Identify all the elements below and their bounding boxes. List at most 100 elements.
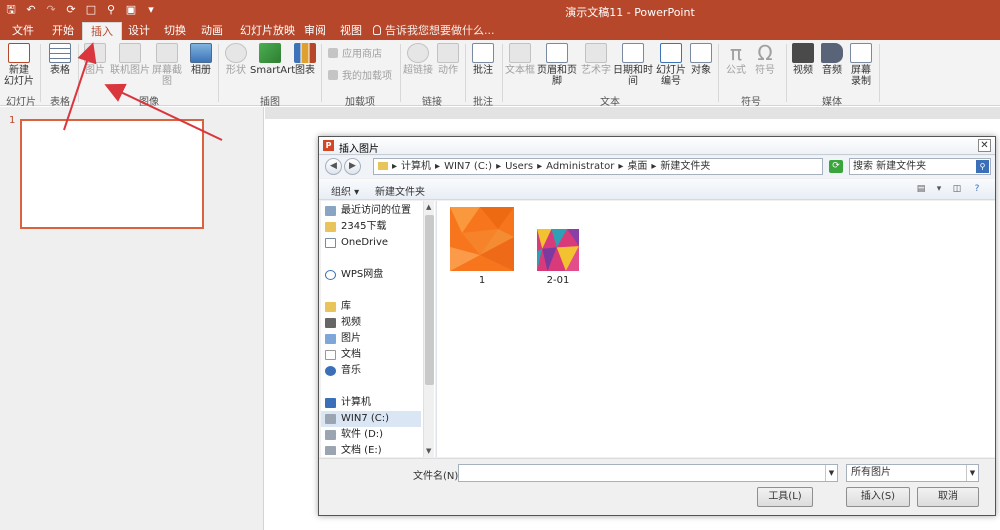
slide-number-button[interactable]: 幻灯片 编号 <box>655 43 687 89</box>
date-time-button[interactable]: 日期和时间 <box>610 43 656 89</box>
picture-button[interactable]: 图片 <box>80 43 110 89</box>
group-label-symbols: 符号 <box>741 97 761 108</box>
camera-icon <box>156 43 178 63</box>
wordart-button[interactable]: 艺术字 <box>581 43 611 89</box>
insert-picture-dialog: P 插入图片 ✕ ◀ ▶ ▸ 计算机 ▸ WIN7 (C:) ▸ Users ▸ Admini… <box>318 136 996 516</box>
file-thumbnail <box>537 229 579 271</box>
audio-button[interactable]: 音频 <box>818 43 846 89</box>
search-icon[interactable]: ⚲ <box>976 160 989 173</box>
album-button[interactable]: 相册 <box>186 43 216 89</box>
table-icon <box>49 43 71 63</box>
insert-button[interactable]: 插入(S) <box>846 487 910 507</box>
tab-slideshow[interactable]: 幻灯片放映 <box>232 22 303 40</box>
tab-animations[interactable]: 动画 <box>193 22 231 40</box>
filename-input[interactable]: ▼ <box>458 464 838 482</box>
new-slide-button[interactable]: 新建 幻灯片 <box>2 43 36 89</box>
object-button[interactable]: 对象 <box>688 43 714 89</box>
back-button[interactable]: ◀ <box>325 158 342 175</box>
comment-icon <box>472 43 494 63</box>
dialog-toolbar: 组织 ▾ 新建文件夹 ▤ ▾ ◫ ? <box>319 179 995 200</box>
equation-button[interactable]: π 公式 <box>722 43 750 89</box>
help-icon[interactable]: ? <box>971 183 983 195</box>
textbox-button[interactable]: 文本框 <box>505 43 535 89</box>
nav-item-drive-d[interactable]: 软件 (D:) <box>321 427 421 443</box>
textbox-icon <box>509 43 531 63</box>
cloud-icon <box>325 270 336 280</box>
nav-item-computer[interactable]: 计算机 <box>321 395 421 411</box>
screenshot-button[interactable]: 屏幕截图 <box>149 43 185 89</box>
online-picture-button[interactable]: 联机图片 <box>110 43 150 89</box>
action-button[interactable]: 动作 <box>434 43 462 89</box>
onedrive-icon <box>325 238 336 248</box>
tab-review[interactable]: 审阅 <box>296 22 334 40</box>
music-icon <box>325 366 336 376</box>
tab-transitions[interactable]: 切换 <box>156 22 194 40</box>
scroll-thumb[interactable] <box>425 215 434 385</box>
window-title: 演示文稿11 - PowerPoint <box>565 6 695 19</box>
object-icon <box>690 43 712 63</box>
nav-item-videos[interactable]: 视频 <box>321 315 421 331</box>
file-thumbnail <box>450 207 514 271</box>
header-footer-button[interactable]: 页眉和页脚 <box>534 43 580 89</box>
nav-item-2345[interactable]: 2345下载 <box>321 219 421 235</box>
scroll-down-icon[interactable]: ▼ <box>426 447 431 455</box>
chart-button[interactable]: 图表 <box>292 43 318 89</box>
tab-file[interactable]: 文件 <box>4 22 42 40</box>
organize-button[interactable]: 组织 ▾ <box>331 183 359 198</box>
search-input[interactable]: 搜索 新建文件夹 ⚲ <box>849 158 991 175</box>
hyperlink-button[interactable]: 超链接 <box>402 43 434 89</box>
group-label-comments: 批注 <box>473 97 493 108</box>
preview-pane-icon[interactable]: ◫ <box>951 183 963 195</box>
scroll-up-icon[interactable]: ▲ <box>426 203 431 211</box>
calendar-icon <box>622 43 644 63</box>
new-folder-button[interactable]: 新建文件夹 <box>375 183 425 198</box>
symbol-button[interactable]: Ω 符号 <box>751 43 779 89</box>
chevron-down-icon[interactable]: ▼ <box>966 465 978 481</box>
comment-button[interactable]: 批注 <box>468 43 498 89</box>
filetype-select[interactable]: 所有图片 ▼ <box>846 464 979 482</box>
chevron-down-icon[interactable]: ▾ <box>933 183 945 195</box>
tab-view[interactable]: 视图 <box>332 22 370 40</box>
nav-item-music[interactable]: 音乐 <box>321 363 421 379</box>
picture-icon <box>325 334 336 344</box>
tab-home[interactable]: 开始 <box>44 22 82 40</box>
close-button[interactable]: ✕ <box>978 139 991 152</box>
path-breadcrumb[interactable]: ▸ 计算机 ▸ WIN7 (C:) ▸ Users ▸ Administrator ▸ 桌面 ▸ 新建… <box>373 158 823 175</box>
nav-scrollbar[interactable]: ▲ ▼ <box>423 201 434 457</box>
file-item[interactable]: 2-01 <box>523 207 593 286</box>
dialog-title: 插入图片 <box>339 144 379 155</box>
tools-button[interactable]: 工具(L) <box>757 487 813 507</box>
addins-icon <box>328 70 338 80</box>
refresh-icon[interactable]: ⟳ <box>829 160 843 173</box>
picture-icon <box>84 43 106 63</box>
slide-thumbnail[interactable] <box>20 119 204 229</box>
tab-insert[interactable]: 插入 <box>82 22 122 40</box>
nav-item-documents[interactable]: 文档 <box>321 347 421 363</box>
tell-me-box[interactable]: 告诉我您想要做什么... <box>373 22 495 40</box>
app-store-button[interactable]: 应用商店 <box>328 48 382 62</box>
shape-button[interactable]: 形状 <box>222 43 250 89</box>
recent-icon <box>325 206 336 216</box>
nav-item-wps[interactable]: WPS网盘 <box>321 267 421 283</box>
nav-item-drive-e[interactable]: 文档 (E:) <box>321 443 421 455</box>
ribbon-insert: 新建 幻灯片 表格 图片 联机图片 屏幕截图 相册 表格 幻灯片 图像 形状 S… <box>0 40 1000 108</box>
computer-icon <box>325 398 336 408</box>
video-button[interactable]: 视频 <box>789 43 817 89</box>
view-options-icon[interactable]: ▤ <box>915 183 927 195</box>
forward-button[interactable]: ▶ <box>344 158 361 175</box>
chevron-down-icon[interactable]: ▼ <box>825 465 837 481</box>
file-item[interactable]: 1 <box>447 207 517 286</box>
folder-icon <box>325 222 336 232</box>
nav-item-library[interactable]: 库 <box>321 299 421 315</box>
nav-item-drive-c[interactable]: WIN7 (C:) <box>321 411 421 427</box>
tab-design[interactable]: 设计 <box>120 22 158 40</box>
table-button[interactable]: 表格 <box>44 43 76 89</box>
navigation-pane: 最近访问的位置 2345下载 OneDrive WPS网盘 库 视频 图片 文档… <box>321 201 435 457</box>
cancel-button[interactable]: 取消 <box>917 487 979 507</box>
nav-item-onedrive[interactable]: OneDrive <box>321 235 421 251</box>
smartart-button[interactable]: SmartArt <box>250 43 295 89</box>
nav-item-recent[interactable]: 最近访问的位置 <box>321 203 421 219</box>
nav-item-pictures[interactable]: 图片 <box>321 331 421 347</box>
screen-record-button[interactable]: 屏幕 录制 <box>846 43 876 89</box>
my-addins-button[interactable]: 我的加载项 <box>328 70 392 84</box>
